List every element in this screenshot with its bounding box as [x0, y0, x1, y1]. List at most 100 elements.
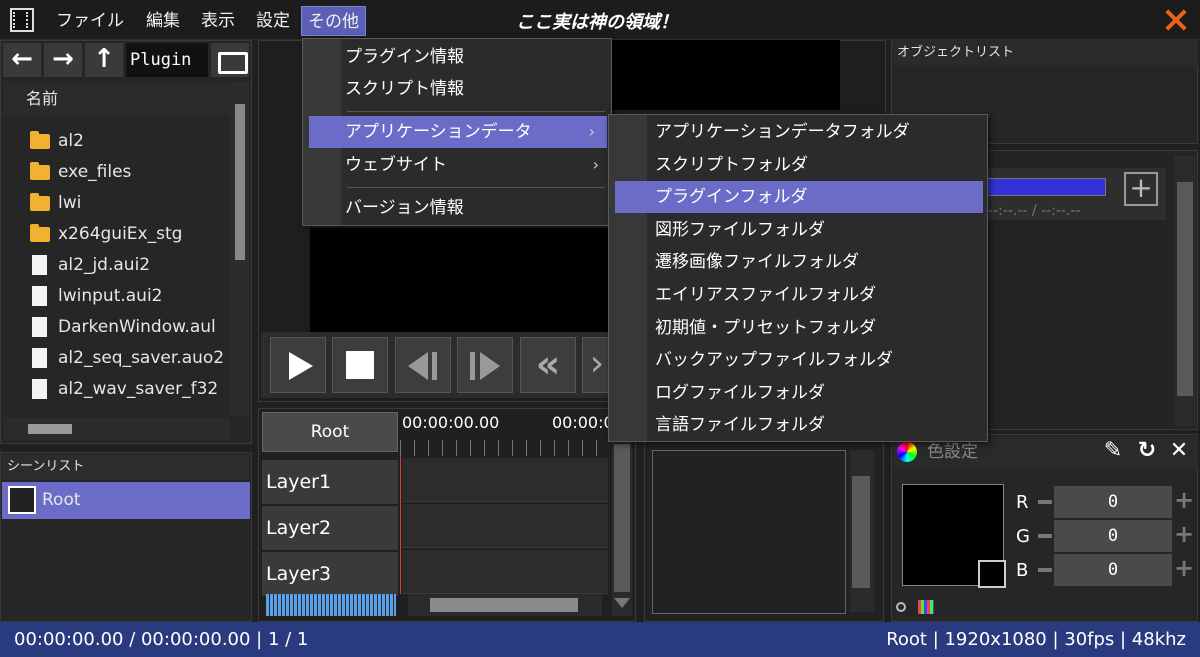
menu-item-version-info[interactable]: バージョン情報	[303, 192, 611, 224]
file-icon	[32, 317, 47, 337]
file-list-item[interactable]: al2_seq_saver.auo2	[4, 343, 230, 374]
menu-edit[interactable]: 編集	[140, 6, 186, 36]
palette-icon[interactable]	[918, 600, 934, 614]
submenu-item[interactable]: 言語ファイルフォルダ	[609, 409, 987, 441]
settings-vscrollbar[interactable]	[1174, 156, 1196, 426]
file-name: al2	[58, 131, 84, 151]
path-field[interactable]: Plugin	[126, 43, 208, 77]
submenu-item[interactable]: ログファイルフォルダ	[609, 377, 987, 409]
file-name: DarkenWindow.aul	[58, 317, 216, 337]
green-minus-icon[interactable]	[1038, 534, 1052, 538]
forward-arrow-icon[interactable]: →	[44, 43, 82, 77]
timeline-root-button[interactable]: Root	[262, 412, 398, 452]
scene-list-header: シーンリスト	[2, 454, 250, 480]
submenu-item[interactable]: エイリアスファイルフォルダ	[609, 279, 987, 311]
submenu-item[interactable]: スクリプトフォルダ	[609, 149, 987, 181]
refresh-icon[interactable]: ↻	[1134, 438, 1160, 464]
blue-plus-icon[interactable]: +	[1174, 554, 1194, 582]
title-bar: ファイル 編集 表示 設定 その他 ここ実は神の領域！	[0, 0, 1200, 40]
layer-track[interactable]	[402, 504, 608, 548]
stop-icon[interactable]	[332, 337, 388, 393]
add-icon[interactable]: +	[1124, 172, 1158, 206]
volume-bar[interactable]	[986, 178, 1106, 196]
eyedropper-icon[interactable]: ✎	[1100, 438, 1126, 464]
layer-label[interactable]: Layer1	[262, 460, 398, 504]
scrollbar-thumb[interactable]	[235, 104, 245, 260]
red-field[interactable]: 0	[1054, 486, 1172, 518]
object-list-header: オブジェクトリスト	[893, 40, 1198, 66]
timeline-vscrollbar[interactable]	[612, 440, 632, 616]
red-plus-icon[interactable]: +	[1174, 486, 1194, 514]
up-arrow-icon[interactable]: ↑	[85, 43, 123, 77]
timeline-zoom-slider[interactable]	[266, 594, 396, 616]
submenu-item[interactable]: バックアップファイルフォルダ	[609, 344, 987, 376]
layer-label[interactable]: Layer3	[262, 552, 398, 596]
name-column-header[interactable]: 名前	[4, 82, 230, 116]
file-name: al2_jd.aui2	[58, 255, 151, 275]
reset-color-icon[interactable]	[896, 602, 906, 612]
blue-field[interactable]: 0	[1054, 554, 1172, 586]
menu-item-plugin-info[interactable]: プラグイン情報	[303, 41, 611, 73]
close-icon[interactable]	[1162, 6, 1190, 34]
file-list-item[interactable]: exe_files	[4, 157, 230, 188]
timeline-cursor[interactable]	[400, 456, 401, 594]
file-list-item[interactable]: lwi	[4, 188, 230, 219]
open-folder-icon[interactable]	[211, 43, 249, 77]
close-icon[interactable]: ✕	[1166, 438, 1192, 464]
menu-view[interactable]: 表示	[195, 6, 241, 36]
scene-item-label: Root	[42, 490, 81, 510]
next-frame-icon[interactable]	[457, 337, 513, 393]
file-list-item[interactable]: DarkenWindow.aul	[4, 312, 230, 343]
timeline-time-label: 00:00:00.00	[402, 413, 500, 432]
back-arrow-icon[interactable]: ←	[3, 43, 41, 77]
scroll-down-icon[interactable]	[614, 598, 630, 608]
menu-item-app-data[interactable]: アプリケーションデータ ›	[309, 116, 607, 148]
prev-frame-icon[interactable]	[395, 337, 451, 393]
secondary-color-swatch[interactable]	[978, 560, 1006, 588]
menu-other[interactable]: その他	[301, 6, 366, 36]
preview-canvas	[310, 228, 610, 332]
submenu-item[interactable]: アプリケーションデータフォルダ	[609, 116, 987, 148]
rewind-icon[interactable]: «	[520, 337, 576, 393]
file-list-scrollbar[interactable]	[230, 82, 250, 416]
file-name: al2_seq_saver.auo2	[58, 348, 225, 368]
folder-icon	[30, 162, 50, 180]
file-icon	[32, 255, 47, 275]
file-list-item[interactable]: al2_wav_saver_f32	[4, 374, 230, 405]
menu-item-script-info[interactable]: スクリプト情報	[303, 73, 611, 105]
menu-item-label: アプリケーションデータ	[345, 122, 532, 142]
list-box[interactable]	[652, 450, 846, 614]
blue-label: B	[1016, 560, 1029, 581]
menu-settings[interactable]: 設定	[250, 6, 296, 36]
timeline-hscrollbar[interactable]	[408, 594, 602, 616]
file-list-hscrollbar[interactable]	[4, 418, 230, 440]
layer-track[interactable]	[402, 550, 608, 594]
menu-file[interactable]: ファイル	[50, 6, 130, 36]
folder-icon	[30, 193, 50, 211]
green-plus-icon[interactable]: +	[1174, 520, 1194, 548]
file-list-item[interactable]: al2	[4, 126, 230, 157]
submenu-item[interactable]: プラグインフォルダ	[615, 181, 983, 214]
file-list-item[interactable]: x264guiEx_stg	[4, 219, 230, 250]
hscroll-thumb[interactable]	[28, 424, 72, 434]
window-title: ここ実は神の領域！	[516, 12, 678, 33]
hscroll-thumb[interactable]	[430, 598, 578, 612]
file-list-item[interactable]: al2_jd.aui2	[4, 250, 230, 281]
play-icon[interactable]	[270, 337, 326, 393]
blue-minus-icon[interactable]	[1038, 568, 1052, 572]
red-minus-icon[interactable]	[1038, 500, 1052, 504]
green-field[interactable]: 0	[1054, 520, 1172, 552]
submenu-item[interactable]: 図形ファイルフォルダ	[609, 214, 987, 246]
submenu-item[interactable]: 初期値・プリセットフォルダ	[609, 312, 987, 344]
file-list-item[interactable]: lwinput.aui2	[4, 281, 230, 312]
submenu-item[interactable]: 遷移画像ファイルフォルダ	[609, 246, 987, 278]
timeline-ruler[interactable]	[400, 440, 608, 456]
status-bar: 00:00:00.00 / 00:00:00.00 | 1 / 1 Root |…	[0, 622, 1200, 657]
layer-track[interactable]	[402, 458, 608, 502]
file-name: lwinput.aui2	[58, 286, 163, 306]
scene-item-root[interactable]: Root	[2, 482, 250, 519]
layer-label[interactable]: Layer2	[262, 506, 398, 550]
list-vscrollbar[interactable]	[850, 450, 874, 612]
file-icon	[32, 348, 47, 368]
menu-item-website[interactable]: ウェブサイト ›	[303, 149, 611, 181]
